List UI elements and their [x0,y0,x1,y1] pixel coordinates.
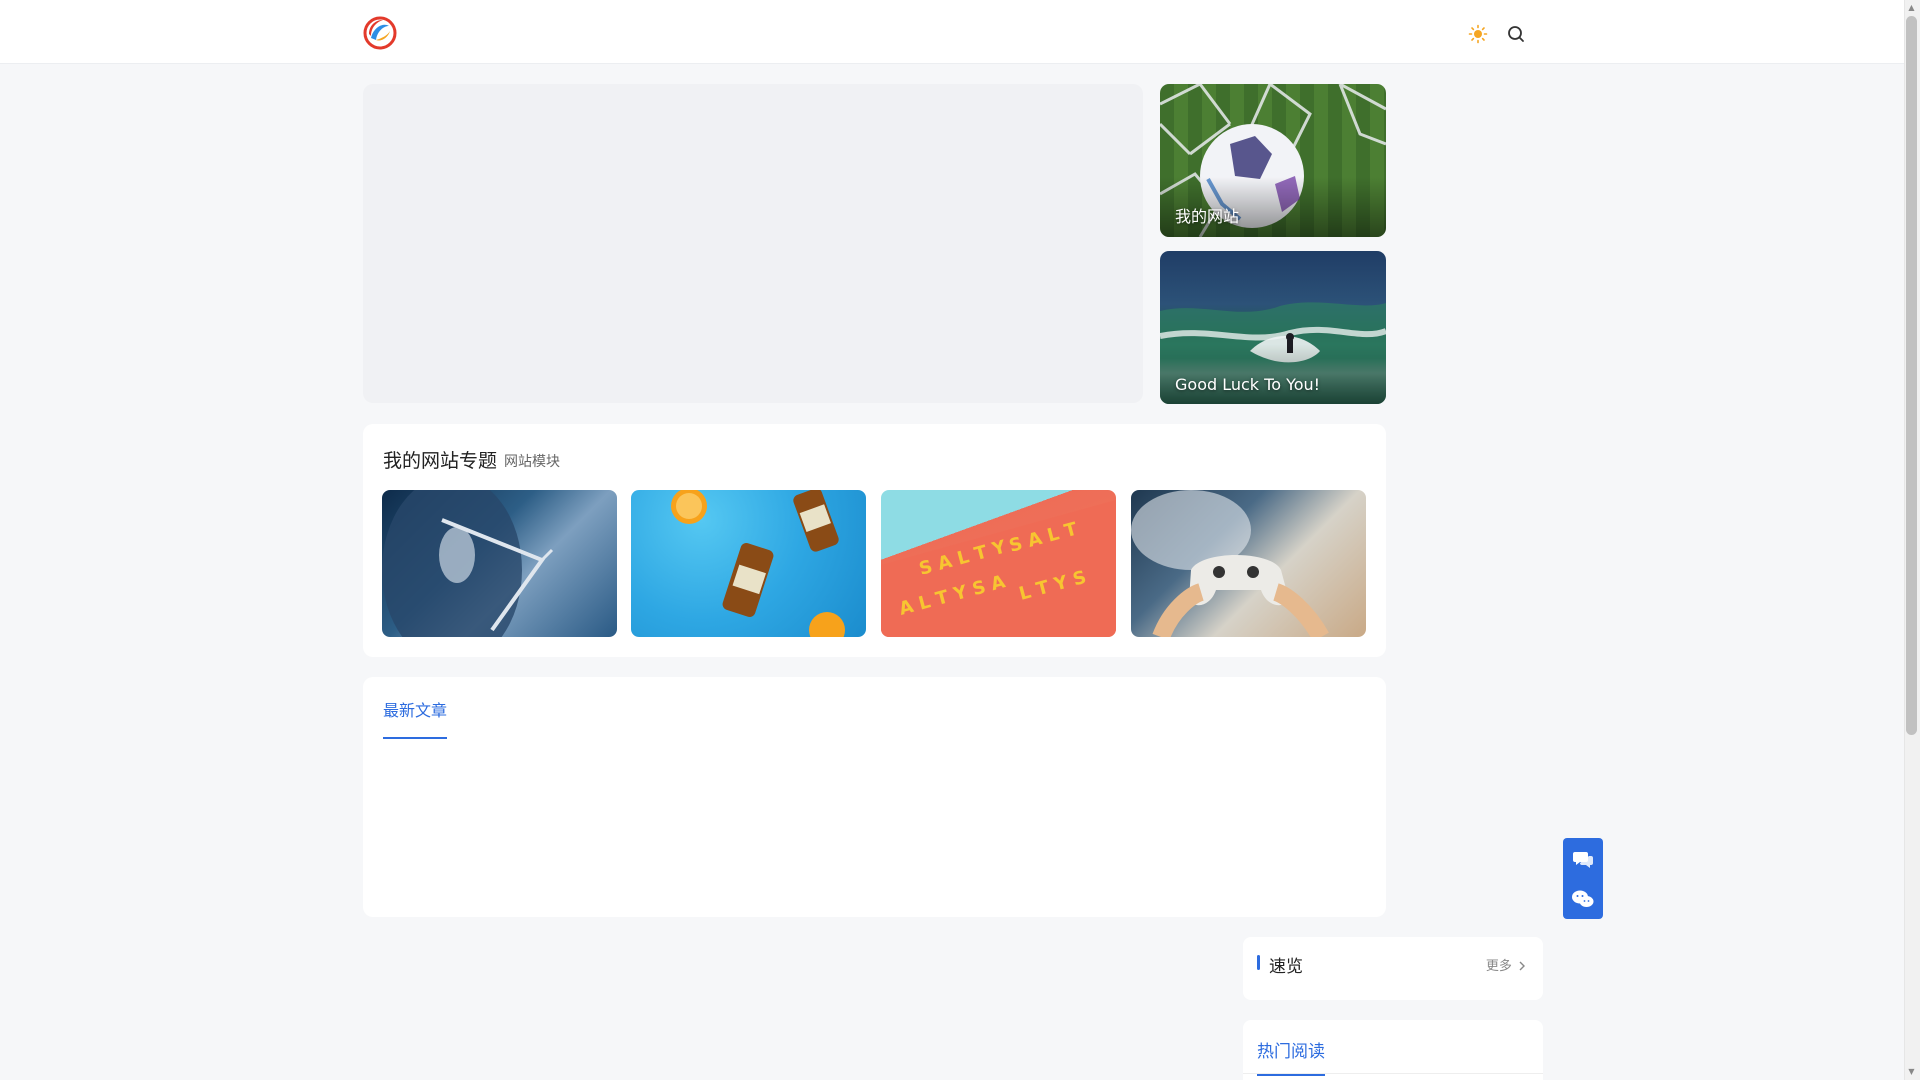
divider [1243,1073,1543,1074]
wechat-icon[interactable] [1563,879,1603,919]
topic-thumbnail[interactable] [1131,490,1366,637]
sun-icon[interactable] [1466,22,1490,46]
scroll-down-arrow[interactable]: ▼ [1906,1066,1917,1078]
more-link[interactable]: 更多 [1486,955,1526,974]
title-accent-bar [1257,955,1260,970]
topics-subtitle[interactable]: 网站模块 [504,451,560,471]
chevron-right-icon [1519,961,1525,971]
topic-thumbnail[interactable] [631,490,866,637]
topic-thumbnail[interactable]: S A L T Y S A L T A L T Y S A L T Y S [881,490,1116,637]
search-icon[interactable] [1504,22,1528,46]
tab-hot-reading[interactable]: 热门阅读 [1257,1037,1325,1076]
widget-title: 速览 [1269,957,1303,977]
topic-thumbnail[interactable] [382,490,617,637]
quick-view-widget: 速览 更多 [1243,937,1543,1000]
topics-panel: 我的网站专题 网站模块 S A L T Y S A L T A L T Y S … [363,424,1386,657]
scroll-up-arrow[interactable]: ▲ [1906,2,1917,14]
latest-articles-panel: 最新文章 [363,677,1386,917]
tab-latest-articles[interactable]: 最新文章 [383,697,448,739]
hero-slider[interactable] [363,84,1143,403]
chat-icon[interactable] [1563,839,1603,879]
floating-contact-bar [1563,838,1603,919]
featured-card[interactable]: 我的网站 [1160,84,1386,237]
more-link-label: 更多 [1485,959,1512,974]
featured-card[interactable]: Good Luck To You! [1160,251,1386,404]
featured-card-label: 我的网站 [1175,207,1240,226]
scrollbar-thumb[interactable] [1906,16,1917,735]
topics-title: 我的网站专题 [383,450,498,472]
top-header [0,0,1904,64]
site-logo[interactable] [363,16,397,50]
hot-reading-widget: 热门阅读 [1243,1020,1543,1080]
featured-card-label: Good Luck To You! [1175,375,1321,394]
